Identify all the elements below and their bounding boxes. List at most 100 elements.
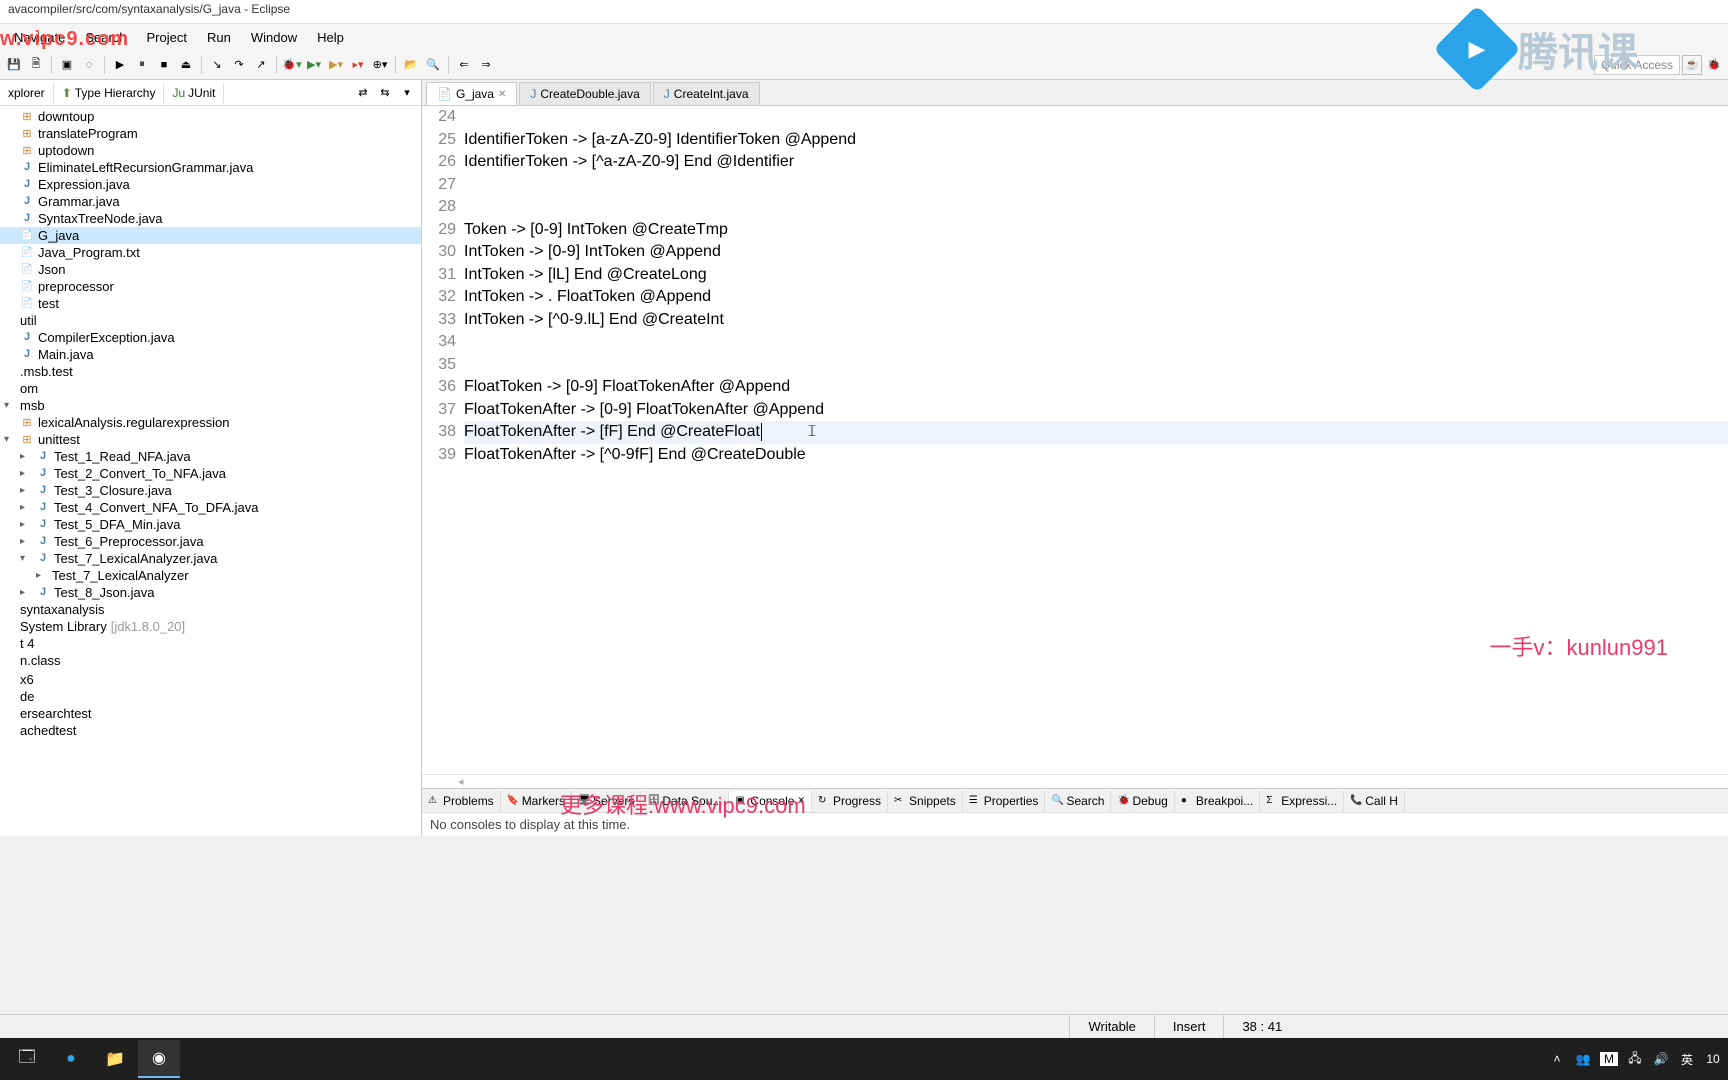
tree-item[interactable]: preprocessor: [0, 278, 421, 295]
view-tab-search[interactable]: 🔍Search: [1045, 791, 1111, 811]
tree-item[interactable]: lexicalAnalysis.regularexpression: [0, 414, 421, 431]
perspective-debug-icon[interactable]: 🐞: [1704, 55, 1724, 75]
skip-breakpoints-icon[interactable]: ◌: [79, 55, 99, 75]
forward-icon[interactable]: ⇒: [476, 55, 496, 75]
code-line[interactable]: Token -> [0-9] IntToken @CreateTmp: [464, 219, 1728, 242]
tree-item[interactable]: om: [0, 380, 421, 397]
tree-item[interactable]: syntaxanalysis: [0, 601, 421, 618]
code-line[interactable]: FloatTokenAfter -> [fF] End @CreateFloat…: [464, 421, 1728, 444]
tree-item[interactable]: de: [0, 688, 421, 705]
code-line[interactable]: IntToken -> [^0-9.lL] End @CreateInt: [464, 309, 1728, 332]
taskbar-app-1[interactable]: 🗔: [6, 1040, 48, 1078]
view-tab-breakpoi-[interactable]: ●Breakpoi...: [1175, 791, 1260, 811]
code-line[interactable]: [464, 354, 1728, 377]
tab-type-hierarchy[interactable]: ⬆Type Hierarchy: [54, 83, 165, 103]
tree-item[interactable]: ▸Test_2_Convert_To_NFA.java: [0, 465, 421, 482]
tray-ime[interactable]: 英: [1678, 1051, 1696, 1068]
suspend-icon[interactable]: ⏸: [132, 55, 152, 75]
view-tab-properties[interactable]: ☰Properties: [963, 791, 1046, 811]
tree-item[interactable]: Expression.java: [0, 176, 421, 193]
tree-item[interactable]: util: [0, 312, 421, 329]
view-tab-snippets[interactable]: ✂Snippets: [888, 791, 963, 811]
tab-junit[interactable]: JuJUnit: [164, 83, 224, 103]
quick-access-input[interactable]: Quick Access: [1594, 55, 1680, 75]
link-editor-icon[interactable]: ⇆: [375, 83, 395, 103]
save-all-icon[interactable]: 🗎: [26, 55, 46, 75]
tree-item[interactable]: CompilerException.java: [0, 329, 421, 346]
taskbar-file-explorer[interactable]: 📁: [94, 1040, 136, 1078]
tree-item[interactable]: EliminateLeftRecursionGrammar.java: [0, 159, 421, 176]
tree-item[interactable]: ▾Test_7_LexicalAnalyzer.java: [0, 550, 421, 567]
menu-search[interactable]: Search: [75, 27, 136, 48]
tray-up-icon[interactable]: ˄: [1548, 1052, 1566, 1066]
view-tab-debug[interactable]: 🐞Debug: [1111, 791, 1174, 811]
code-line[interactable]: FloatTokenAfter -> [0-9] FloatTokenAfter…: [464, 399, 1728, 422]
code-line[interactable]: IntToken -> . FloatToken @Append: [464, 286, 1728, 309]
tree-item[interactable]: ▸Test_3_Closure.java: [0, 482, 421, 499]
taskbar-app-2[interactable]: ●: [50, 1040, 92, 1078]
view-menu-icon[interactable]: ▾: [397, 83, 417, 103]
menu-navigate[interactable]: Navigate: [4, 27, 75, 48]
code-line[interactable]: [464, 106, 1728, 129]
code-line[interactable]: IntToken -> [lL] End @CreateLong: [464, 264, 1728, 287]
tree-item[interactable]: System Library [jdk1.8.0_20]: [0, 618, 421, 635]
code-line[interactable]: FloatTokenAfter -> [^0-9fF] End @CreateD…: [464, 444, 1728, 467]
view-tab-data-sou-[interactable]: 🗄Data Sou...: [641, 791, 729, 811]
run-dropdown-icon[interactable]: ▶▾: [304, 55, 324, 75]
tree-item[interactable]: SyntaxTreeNode.java: [0, 210, 421, 227]
run-last-icon[interactable]: ▶▾: [326, 55, 346, 75]
save-icon[interactable]: 💾: [4, 55, 24, 75]
disconnect-icon[interactable]: ⏏: [176, 55, 196, 75]
menu-window[interactable]: Window: [241, 27, 307, 48]
editor-tab-g-java[interactable]: 📄 G_java ✕: [426, 82, 517, 105]
menu-project[interactable]: Project: [137, 27, 197, 48]
tree-item[interactable]: Grammar.java: [0, 193, 421, 210]
tray-m-badge[interactable]: M: [1600, 1052, 1618, 1066]
tree-item[interactable]: ▾msb: [0, 397, 421, 414]
open-type-icon[interactable]: 📂: [401, 55, 421, 75]
tree-item[interactable]: achedtest: [0, 722, 421, 739]
tree-item[interactable]: downtoup: [0, 108, 421, 125]
tree-item[interactable]: .msb.test: [0, 363, 421, 380]
editor-body[interactable]: 24252627282930313233343536373839 Identif…: [422, 106, 1728, 774]
tree-item[interactable]: n.class: [0, 652, 421, 669]
tree-item[interactable]: uptodown: [0, 142, 421, 159]
back-icon[interactable]: ⇐: [454, 55, 474, 75]
editor-tab-createdouble[interactable]: J CreateDouble.java: [519, 82, 650, 105]
code-line[interactable]: [464, 174, 1728, 197]
tree-item[interactable]: x6: [0, 671, 421, 688]
tree-item[interactable]: test: [0, 295, 421, 312]
editor-tab-createint[interactable]: J CreateInt.java: [653, 82, 760, 105]
resume-icon[interactable]: ▶: [110, 55, 130, 75]
code-line[interactable]: FloatToken -> [0-9] FloatTokenAfter @App…: [464, 376, 1728, 399]
tree-item[interactable]: translateProgram: [0, 125, 421, 142]
code-area[interactable]: IdentifierToken -> [a-zA-Z0-9] Identifie…: [462, 106, 1728, 774]
code-line[interactable]: IdentifierToken -> [^a-zA-Z0-9] End @Ide…: [464, 151, 1728, 174]
tray-volume-icon[interactable]: 🔊: [1652, 1052, 1670, 1066]
step-return-icon[interactable]: ↗: [251, 55, 271, 75]
tree-item[interactable]: ▸Test_8_Json.java: [0, 584, 421, 601]
tree-item[interactable]: ersearchtest: [0, 705, 421, 722]
tree-item[interactable]: ▸Test_1_Read_NFA.java: [0, 448, 421, 465]
step-over-icon[interactable]: ↷: [229, 55, 249, 75]
tray-network-icon[interactable]: 🖧: [1626, 1049, 1644, 1070]
code-line[interactable]: IdentifierToken -> [a-zA-Z0-9] Identifie…: [464, 129, 1728, 152]
code-line[interactable]: [464, 196, 1728, 219]
view-tab-problems[interactable]: ⚠Problems: [422, 791, 501, 811]
perspective-java-icon[interactable]: ☕: [1682, 55, 1702, 75]
tree-item[interactable]: ▸Test_4_Convert_NFA_To_DFA.java: [0, 499, 421, 516]
tree-item[interactable]: ▸Test_6_Preprocessor.java: [0, 533, 421, 550]
code-line[interactable]: [464, 331, 1728, 354]
tree-item[interactable]: ▸Test_7_LexicalAnalyzer: [0, 567, 421, 584]
code-line[interactable]: IntToken -> [0-9] IntToken @Append: [464, 241, 1728, 264]
close-icon[interactable]: ✕: [498, 89, 506, 100]
menu-run[interactable]: Run: [197, 27, 241, 48]
tree-item[interactable]: t 4: [0, 635, 421, 652]
toggle-breakpoint-icon[interactable]: ▣: [57, 55, 77, 75]
tree-item[interactable]: G_java: [0, 227, 421, 244]
tree-item[interactable]: Java_Program.txt: [0, 244, 421, 261]
menu-help[interactable]: Help: [307, 27, 354, 48]
view-tab-markers[interactable]: 🔖Markers: [501, 791, 572, 811]
terminate-icon[interactable]: ■: [154, 55, 174, 75]
search-icon[interactable]: 🔍: [423, 55, 443, 75]
